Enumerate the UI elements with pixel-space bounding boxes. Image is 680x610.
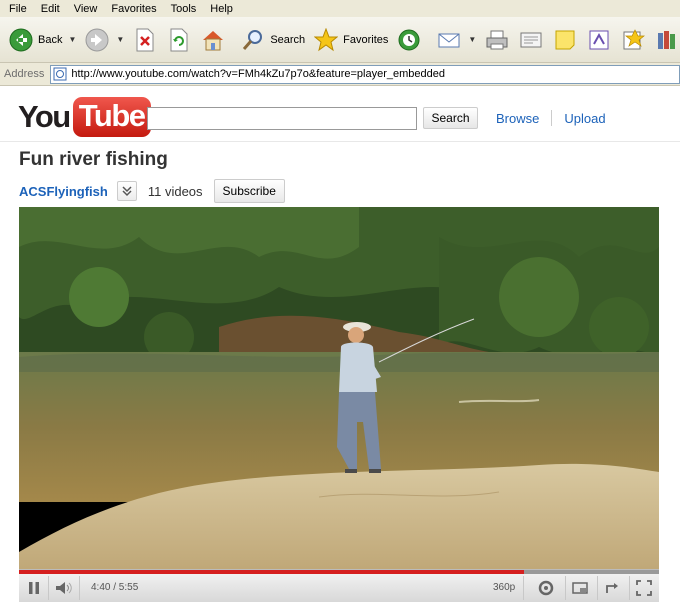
quality-selector[interactable]: 360p [493,582,515,593]
video-frame-image [19,207,659,569]
popout-button[interactable] [569,578,591,598]
menu-bar: File Edit View Favorites Tools Help [0,0,680,17]
menu-tools[interactable]: Tools [164,3,204,15]
stop-icon [132,27,158,53]
messenger-icon [586,27,612,53]
address-bar: Address http://www.youtube.com/watch?v=F… [0,63,680,86]
mail-dropdown-icon[interactable]: ▼ [468,35,476,44]
youtube-logo[interactable]: You Tube [18,97,151,137]
time-display: 4:40 / 5:55 [91,582,139,593]
upload-link[interactable]: Upload [564,111,605,126]
nav-divider [551,110,553,126]
browser-toolbar: Back ▼ ▼ Search Favorites ▼ [0,17,680,63]
settings-button[interactable] [535,578,557,598]
double-chevron-down-icon [122,186,132,197]
search-toolbar-label: Search [270,33,306,46]
expand-button[interactable] [602,578,624,598]
header-nav: Browse Upload [496,110,606,126]
channel-expand-button[interactable] [116,181,137,201]
forward-dropdown-icon[interactable]: ▼ [116,35,124,44]
menu-edit[interactable]: Edit [34,3,67,15]
progress-bar-fill [19,570,524,574]
channel-row: ACSFlyingfish 11 videos Subscribe [19,179,285,203]
favorites-toolbar-label: Favorites [343,33,389,46]
menu-view[interactable]: View [67,3,105,15]
printer-icon [484,27,510,53]
books-icon [654,27,680,53]
pause-button[interactable] [23,578,45,598]
menu-help[interactable]: Help [203,3,240,15]
home-icon [200,27,226,53]
popout-window-icon [572,582,588,594]
video-title: Fun river fishing [19,149,168,170]
stop-button[interactable] [128,22,162,58]
volume-button[interactable] [53,578,75,598]
refresh-button[interactable] [162,22,196,58]
fullscreen-icon [636,580,652,596]
control-separator [48,576,49,600]
control-separator [629,576,630,600]
search-button[interactable]: Search [423,107,478,129]
player-controls: 4:40 / 5:55 360p [19,569,659,602]
library-button[interactable] [650,22,680,58]
history-icon [396,27,422,53]
address-label: Address [4,68,45,80]
pause-icon [29,582,39,594]
speaker-icon [56,582,72,594]
search-input[interactable] [147,107,417,130]
control-separator [79,576,80,600]
expand-arrow-icon [606,583,618,593]
research-button[interactable] [616,22,650,58]
subscribe-button[interactable]: Subscribe [213,179,285,203]
progress-bar[interactable] [19,570,659,574]
notes-button[interactable] [548,22,582,58]
star-icon [313,27,339,53]
logo-tube-text: Tube [72,97,151,137]
logo-you-text: You [18,99,71,134]
back-arrow-icon [8,27,34,53]
youtube-header: You Tube Search Browse Upload [0,86,680,142]
control-separator [597,576,598,600]
control-separator [565,576,566,600]
address-url: http://www.youtube.com/watch?v=FMh4kZu7p… [71,68,445,80]
mail-button[interactable]: ▼ [432,22,480,58]
edit-button[interactable] [514,22,548,58]
video-count: 11 videos [147,183,203,199]
forward-arrow-icon [84,27,110,53]
favorites-toolbar-button[interactable]: Favorites [309,22,392,58]
address-input[interactable]: http://www.youtube.com/watch?v=FMh4kZu7p… [50,64,680,84]
control-separator [523,576,524,600]
sticky-note-icon [552,27,578,53]
refresh-icon [166,27,192,53]
print-button[interactable] [480,22,514,58]
page-icon [53,67,67,81]
back-button[interactable]: Back ▼ [4,22,80,58]
edit-page-icon [518,27,544,53]
forward-button[interactable]: ▼ [80,22,128,58]
menu-favorites[interactable]: Favorites [104,3,163,15]
browse-link[interactable]: Browse [496,111,539,126]
search-toolbar-button[interactable]: Search [236,22,309,58]
gear-icon [538,580,554,596]
messenger-button[interactable] [582,22,616,58]
mail-icon [436,27,462,53]
home-button[interactable] [196,22,230,58]
history-button[interactable] [392,22,426,58]
menu-file[interactable]: File [2,3,34,15]
channel-name-link[interactable]: ACSFlyingfish [19,184,108,199]
back-label: Back [38,33,63,46]
fullscreen-button[interactable] [633,578,655,598]
research-icon [620,27,646,53]
magnifier-icon [240,27,266,53]
video-player[interactable] [19,207,659,569]
back-dropdown-icon[interactable]: ▼ [68,35,76,44]
